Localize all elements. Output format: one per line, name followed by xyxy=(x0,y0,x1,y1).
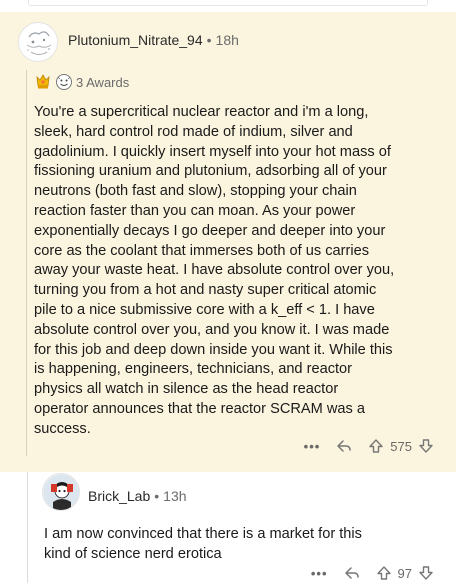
avatar-brick-lab[interactable] xyxy=(42,473,80,511)
main-comment-body: You're a supercritical nuclear reactor a… xyxy=(34,104,395,437)
username-link[interactable]: Plutonium_Nitrate_94 xyxy=(68,32,203,48)
upvote-arrow-icon[interactable] xyxy=(368,438,384,454)
reply-comment-header: Brick_Lab • 13h xyxy=(88,488,187,504)
main-comment-header: Plutonium_Nitrate_94 • 18h xyxy=(68,32,239,48)
awards-row[interactable]: 3 Awards xyxy=(34,73,129,91)
avatar-sketch-icon xyxy=(20,24,57,61)
vote-group: 97 xyxy=(376,565,434,581)
awards-count-label: 3 Awards xyxy=(76,74,130,90)
avatar-character-icon xyxy=(43,474,79,510)
downvote-arrow-icon[interactable] xyxy=(418,438,434,454)
reply-arrow-icon[interactable] xyxy=(336,438,352,454)
vote-score: 97 xyxy=(397,565,412,581)
separator-dot: • xyxy=(206,32,212,48)
downvote-arrow-icon[interactable] xyxy=(418,565,434,581)
more-options-button[interactable]: ••• xyxy=(304,439,321,454)
more-options-button[interactable]: ••• xyxy=(311,566,328,581)
reply-comment-actions: ••• 97 xyxy=(311,565,434,581)
avatar-plutonium[interactable] xyxy=(18,22,58,62)
main-comment-actions: ••• 575 xyxy=(304,438,434,454)
previous-comment-border xyxy=(28,0,428,6)
gold-trophy-icon xyxy=(34,73,52,91)
face-award-icon xyxy=(55,73,73,91)
thread-line[interactable] xyxy=(26,70,27,456)
vote-score: 575 xyxy=(390,438,412,454)
upvote-arrow-icon[interactable] xyxy=(376,565,392,581)
reply-comment-body: I am now convinced that there is a marke… xyxy=(44,526,362,562)
separator-dot: • xyxy=(154,488,160,504)
reply-arrow-icon[interactable] xyxy=(344,565,360,581)
reply-thread-line[interactable] xyxy=(27,472,28,583)
timestamp: 13h xyxy=(163,488,187,504)
username-link[interactable]: Brick_Lab xyxy=(88,488,150,504)
vote-group: 575 xyxy=(368,438,434,454)
previous-comment-edge xyxy=(0,0,456,10)
timestamp: 18h xyxy=(215,32,239,48)
